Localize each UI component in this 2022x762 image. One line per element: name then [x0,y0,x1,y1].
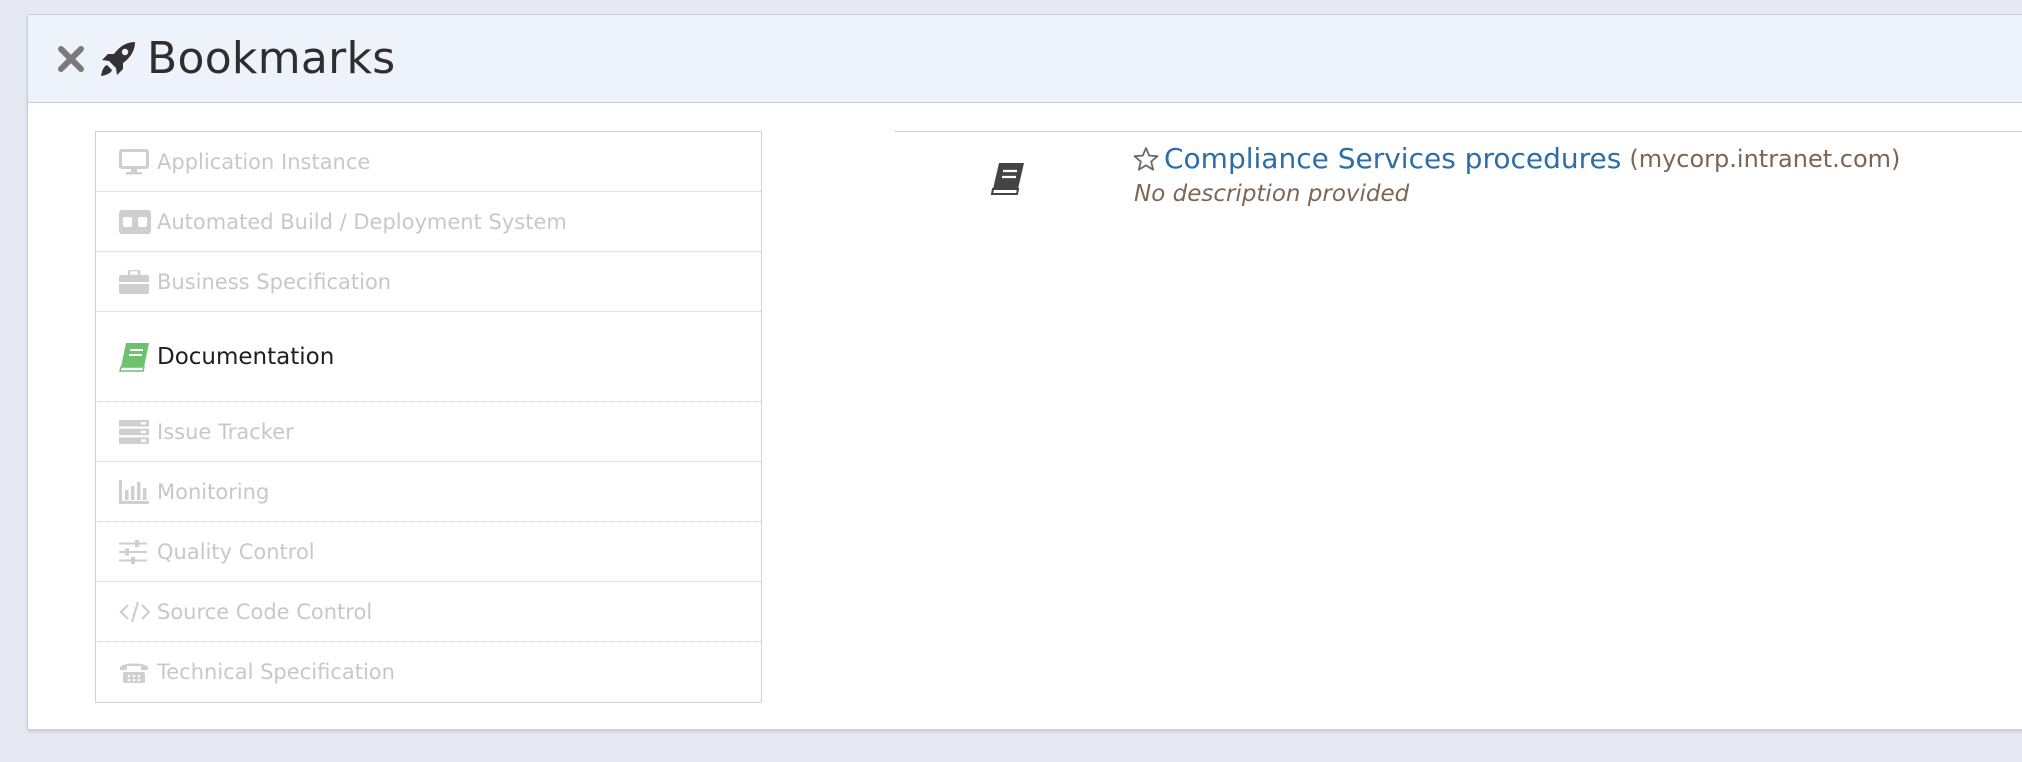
category-label: Automated Build / Deployment System [157,209,567,234]
rocket-icon [97,38,139,80]
bookmark-row: Compliance Services procedures (mycorp.i… [894,132,2022,252]
briefcase-icon [119,267,151,297]
category-label: Documentation [157,343,335,370]
close-icon [58,45,84,72]
monitor-icon [119,147,151,177]
robot-icon [119,207,151,237]
bookmark-domain: (mycorp.intranet.com) [1629,144,1901,173]
category-label: Application Instance [157,149,371,174]
category-label: Technical Specification [157,660,395,684]
category-item-business-specification[interactable]: Business Specification [96,252,761,312]
bookmark-link[interactable]: Compliance Services procedures [1164,142,1621,175]
category-item-issue-tracker[interactable]: Issue Tracker [96,402,761,462]
page-title: Bookmarks [147,33,396,84]
book-icon [119,342,151,372]
bookmark-description: No description provided [1134,181,1410,207]
category-item-quality-control[interactable]: Quality Control [96,522,761,582]
bar-chart-icon [119,477,151,507]
category-label: Monitoring [157,479,270,504]
star-outline-icon [1133,146,1159,171]
category-item-monitoring[interactable]: Monitoring [96,462,761,522]
category-label: Source Code Control [157,599,373,624]
category-label: Quality Control [157,539,315,564]
bookmark-title-line: Compliance Services procedures (mycorp.i… [1132,142,1900,175]
sliders-icon [119,537,151,567]
bookmark-content: Compliance Services procedures (mycorp.i… [1132,142,1900,207]
category-item-documentation[interactable]: Documentation [96,312,761,402]
category-item-source-code-control[interactable]: Source Code Control [96,582,761,642]
bookmarks-panel: Bookmarks Application Instance Automated… [27,14,2022,730]
telephone-icon [119,657,151,687]
category-label: Business Specification [157,269,392,294]
code-icon [119,597,151,627]
category-item-application-instance[interactable]: Application Instance [96,132,761,192]
category-item-technical-specification[interactable]: Technical Specification [96,642,761,702]
category-label: Issue Tracker [157,419,294,444]
server-icon [119,417,151,447]
category-item-automated-build[interactable]: Automated Build / Deployment System [96,192,761,252]
favorite-button[interactable] [1132,145,1160,173]
category-list: Application Instance Automated Build / D… [95,131,762,703]
book-icon [990,162,1026,198]
close-button[interactable] [55,43,87,75]
bookmark-list: Compliance Services procedures (mycorp.i… [894,131,2022,252]
panel-header: Bookmarks [28,15,2022,103]
